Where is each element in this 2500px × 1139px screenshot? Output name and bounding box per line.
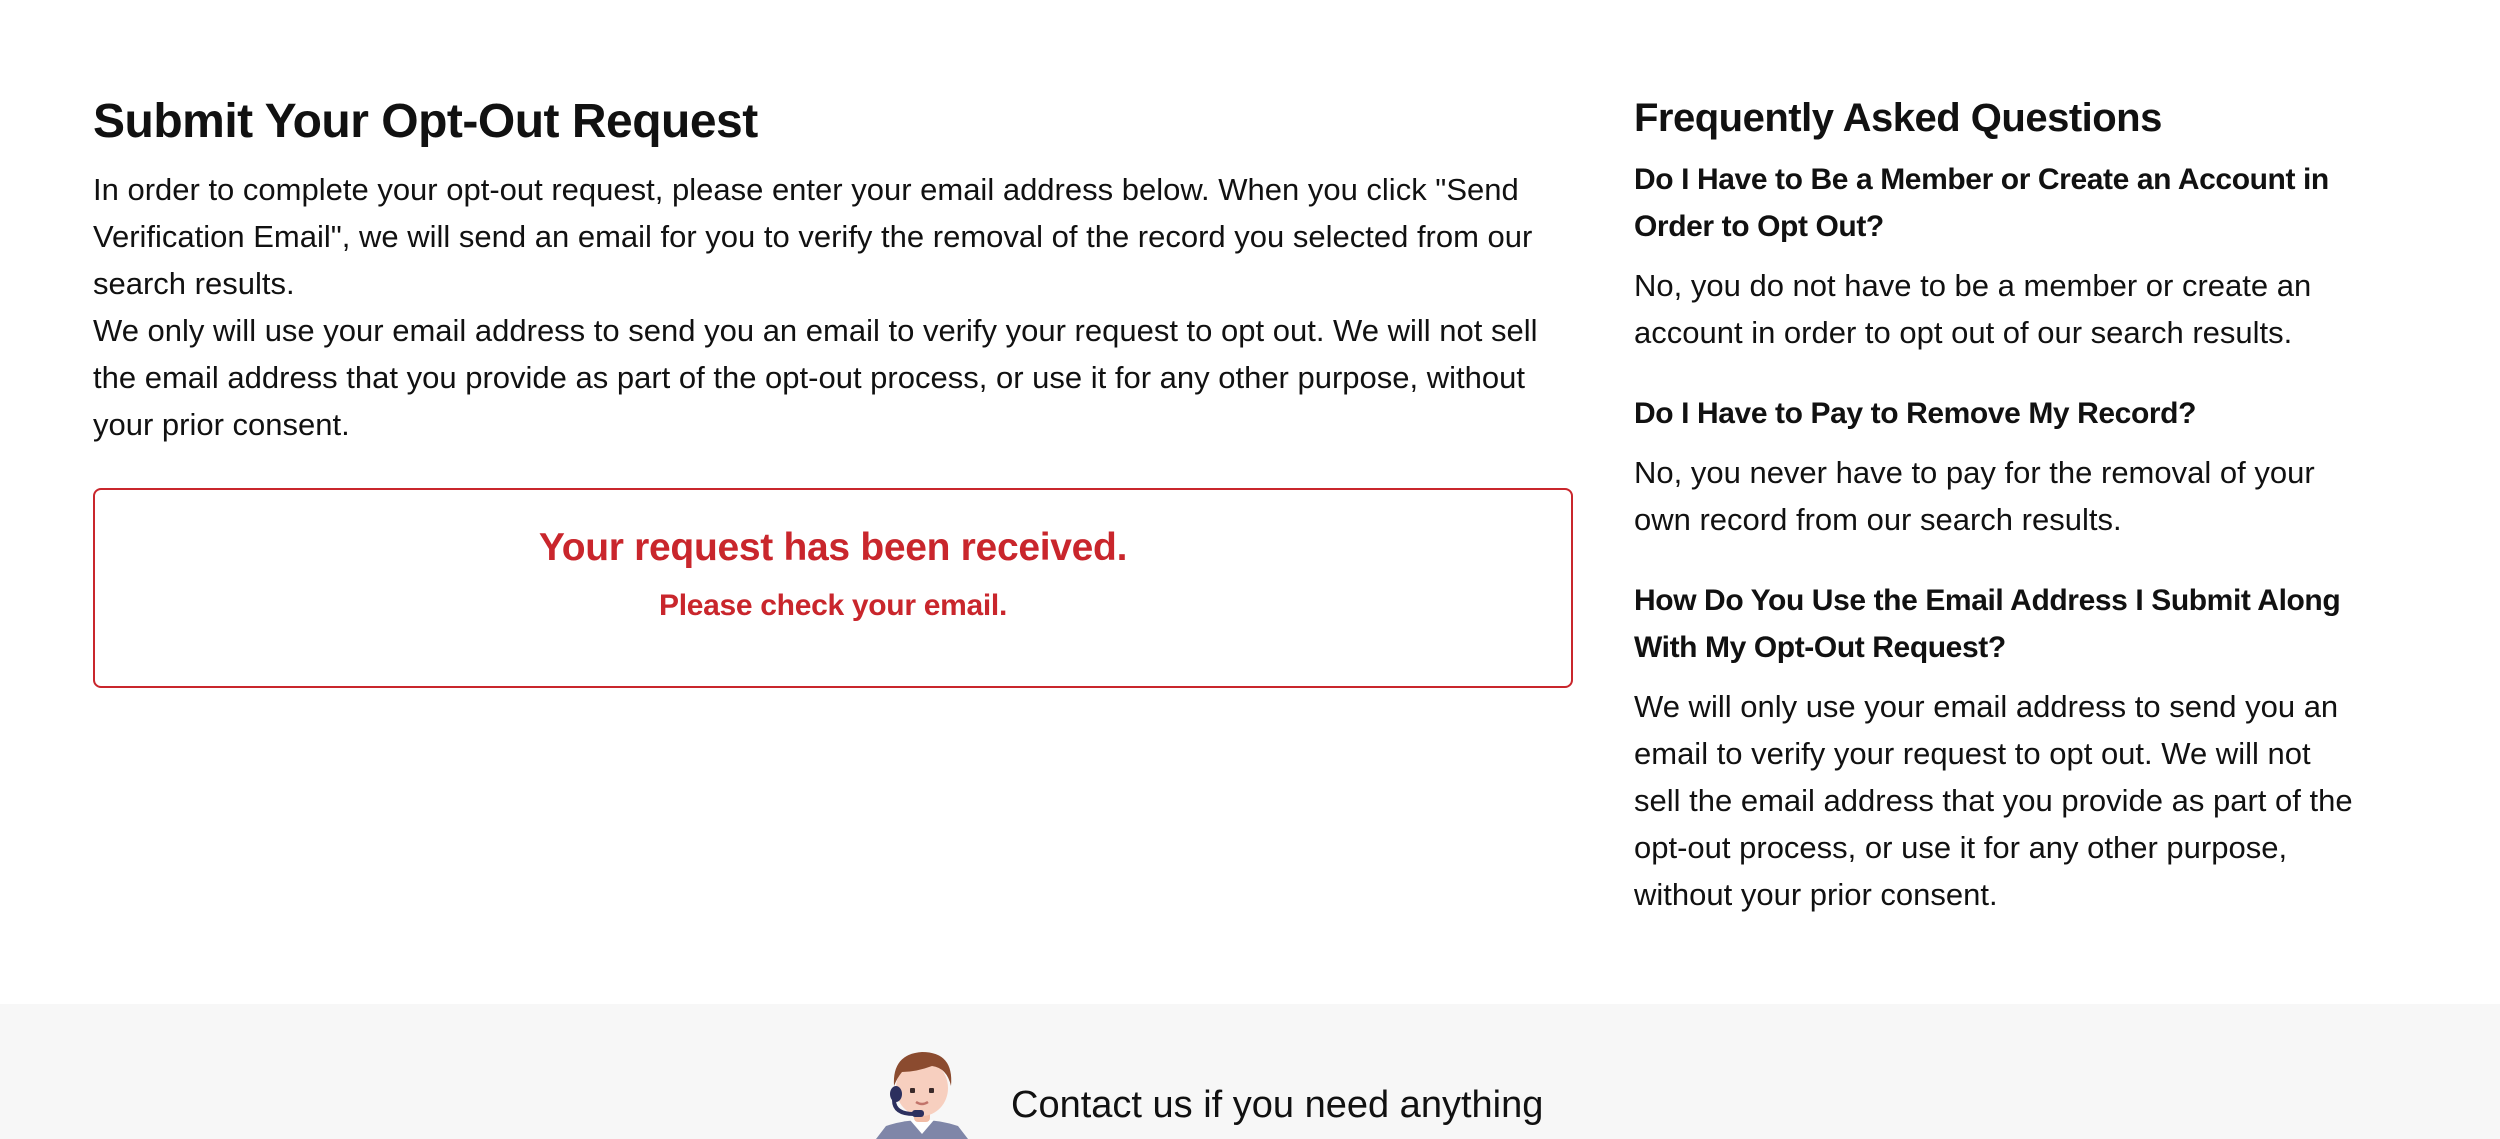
intro-text: In order to complete your opt-out reques…: [93, 166, 1573, 448]
contact-footer: Contact us if you need anything: [0, 1004, 2500, 1139]
faq-question: Do I Have to Pay to Remove My Record?: [1634, 397, 2197, 430]
intro-paragraph: We only will use your email address to s…: [93, 313, 1538, 442]
faq-question: Do I Have to Be a Member or Create an Ac…: [1634, 163, 2329, 243]
faq-question: How Do You Use the Email Address I Submi…: [1634, 584, 2341, 664]
faq-item: How Do You Use the Email Address I Submi…: [1634, 577, 2354, 918]
faq-item: Do I Have to Be a Member or Create an Ac…: [1634, 156, 2354, 356]
faq-section: Frequently Asked Questions Do I Have to …: [1634, 90, 2354, 952]
notice-subtitle: Please check your email.: [658, 589, 1007, 622]
support-agent-icon: [872, 1042, 972, 1139]
opt-out-section: Submit Your Opt-Out Request In order to …: [93, 92, 1573, 688]
intro-paragraph: In order to complete your opt-out reques…: [93, 172, 1533, 301]
page-title: Submit Your Opt-Out Request: [93, 95, 758, 148]
faq-answer: We will only use your email address to s…: [1634, 689, 2353, 912]
contact-text: Contact us if you need anything: [1011, 1084, 1544, 1126]
page: Submit Your Opt-Out Request In order to …: [0, 0, 2500, 1139]
faq-answer: No, you do not have to be a member or cr…: [1634, 268, 2312, 350]
notice-title: Your request has been received.: [538, 526, 1128, 569]
faq-answer: No, you never have to pay for the remova…: [1634, 455, 2315, 537]
request-received-notice: Your request has been received. Please c…: [93, 488, 1573, 688]
faq-item: Do I Have to Pay to Remove My Record? No…: [1634, 390, 2354, 543]
faq-title: Frequently Asked Questions: [1634, 96, 2162, 140]
